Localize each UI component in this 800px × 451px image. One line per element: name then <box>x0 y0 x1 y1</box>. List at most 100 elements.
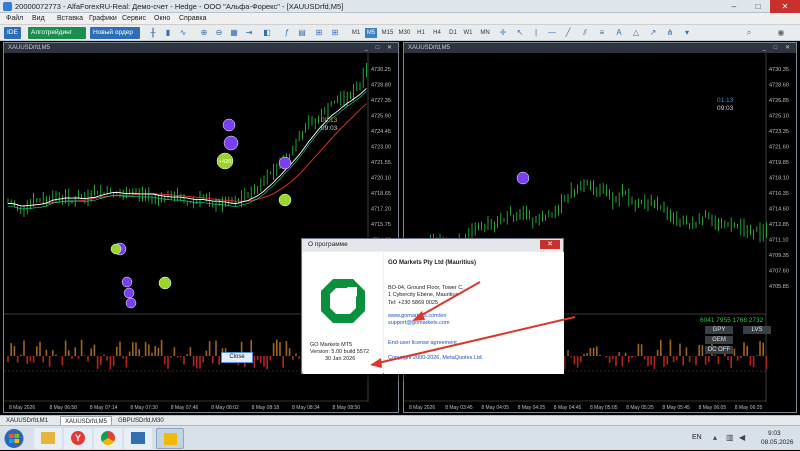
trade-bubble[interactable] <box>123 287 135 299</box>
tray-arrow-icon[interactable]: ▴ <box>713 433 717 442</box>
tf-h4[interactable]: H4 <box>431 28 443 38</box>
algo-trading-button[interactable]: Алготрейдинг <box>28 27 86 39</box>
trendline-icon[interactable]: ╱ <box>563 28 573 38</box>
objects-icon[interactable]: ⊞ <box>314 28 324 38</box>
zoom-out-icon[interactable]: ⊖ <box>214 28 224 38</box>
indicator-button-dc-off[interactable]: DC OFF <box>705 346 733 354</box>
tf-w1[interactable]: W1 <box>462 28 474 38</box>
tf-m15[interactable]: M15 <box>380 28 395 38</box>
taskbar-explorer[interactable] <box>34 428 62 449</box>
time-axis-label: 8 May 06:58 <box>49 405 77 411</box>
indicators-icon[interactable]: ƒ <box>282 28 292 38</box>
license-agreement-link[interactable]: End-user license agreement <box>388 340 457 346</box>
trade-bubble[interactable] <box>158 276 172 290</box>
search-icon[interactable]: ⌕ <box>744 28 754 38</box>
arrows-icon[interactable]: ↗ <box>648 28 658 38</box>
maximize-icon[interactable]: □ <box>746 0 770 13</box>
menu-file[interactable]: Файл <box>6 15 23 22</box>
clock-right: 09:03 <box>717 105 734 112</box>
taskbar-terminal-1[interactable] <box>124 428 152 449</box>
trade-bubble[interactable] <box>110 243 122 255</box>
chart-window-controls-right[interactable]: _ □ ✕ <box>763 43 793 53</box>
company-phone: Tel: +230 5869 0025 <box>388 300 439 306</box>
trade-bubble[interactable] <box>278 193 292 207</box>
taskbar-chrome[interactable] <box>94 428 122 449</box>
trade-bubble[interactable] <box>516 171 530 185</box>
text-icon[interactable]: A <box>614 28 624 38</box>
language-indicator[interactable]: EN <box>692 434 702 441</box>
tf-d1[interactable]: D1 <box>447 28 459 38</box>
zoom-in-icon[interactable]: ⊕ <box>199 28 209 38</box>
templates-icon[interactable]: ▤ <box>297 28 307 38</box>
product-date: 30 Jan 2026 <box>325 356 356 362</box>
candles-icon[interactable]: ▮ <box>163 28 173 38</box>
trade-bubble[interactable] <box>222 118 236 132</box>
pitchfork-icon[interactable]: ⋔ <box>665 28 675 38</box>
shapes-icon[interactable]: △ <box>631 28 641 38</box>
menu-window[interactable]: Окно <box>154 15 170 22</box>
taskbar-yandex[interactable]: Y <box>64 428 92 449</box>
time-axis-label: 8 May 08:50 <box>333 405 361 411</box>
close-window-icon[interactable]: ✕ <box>770 0 800 13</box>
indicator-value: 6041 7955 1768 2732 <box>700 317 764 324</box>
trade-bubble[interactable] <box>278 156 292 170</box>
trade-bubble[interactable]: +420 <box>216 152 234 170</box>
tf-h1[interactable]: H1 <box>415 28 427 38</box>
menu-help[interactable]: Справка <box>179 15 206 22</box>
tf-m5[interactable]: M5 <box>365 28 377 38</box>
network-icon[interactable]: ▥ <box>726 433 734 442</box>
price-axis-label: 4730.25 <box>371 67 391 73</box>
channel-icon[interactable]: ⫽ <box>580 28 590 38</box>
grid-icon[interactable]: ▦ <box>229 28 239 38</box>
start-button[interactable] <box>2 428 30 449</box>
price-axis-label: 4725.10 <box>769 114 789 120</box>
time-axis-label: 8 May 08:18 <box>252 405 280 411</box>
tf-m30[interactable]: M30 <box>397 28 412 38</box>
minimize-icon[interactable]: – <box>722 0 746 13</box>
menu-insert[interactable]: Вставка <box>57 15 83 22</box>
autoscroll-icon[interactable]: ⇥ <box>244 28 254 38</box>
bar-chart-icon[interactable]: ╫ <box>148 28 158 38</box>
indicator-button-gem[interactable]: GEM <box>705 336 733 344</box>
menu-charts[interactable]: Графики <box>89 15 117 22</box>
time-axis-label: 8 May 05:25 <box>626 405 654 411</box>
trade-bubble[interactable] <box>223 135 239 151</box>
tf-m1[interactable]: M1 <box>350 28 362 38</box>
line-chart-icon[interactable]: ∿ <box>178 28 188 38</box>
chart-tabs-bar: XAUUSDrfd,M1 XAUUSDrfd,M5 GBPUSDrfd,M30 <box>0 415 800 426</box>
chart-shift-icon[interactable]: ◧ <box>262 28 272 38</box>
tf-mn[interactable]: MN <box>478 28 492 38</box>
price-axis-label: 4716.35 <box>769 191 789 197</box>
menu-bar: Файл Вид Вставка Графики Сервис Окно Спр… <box>0 13 800 25</box>
taskbar-terminal-2[interactable] <box>156 428 184 449</box>
account-icon[interactable]: ◉ <box>776 28 786 38</box>
ide-button[interactable]: IDE <box>4 27 21 39</box>
horizontal-line-icon[interactable]: — <box>547 28 557 38</box>
trade-bubble[interactable] <box>125 297 137 309</box>
terminal-icon <box>131 432 145 444</box>
periods-icon[interactable]: ⊞ <box>330 28 340 38</box>
chart-window-controls-left[interactable]: _ □ ✕ <box>365 43 395 53</box>
company-website-link[interactable]: www.gomarkets.com/en <box>388 313 446 319</box>
indicator-button-gpy[interactable]: GPY <box>705 326 733 334</box>
volume-icon[interactable]: ◀ <box>739 433 745 442</box>
price-axis-label: 4723.00 <box>371 145 391 151</box>
company-logo <box>321 279 365 323</box>
windows-start-icon <box>4 429 24 448</box>
fibo-icon[interactable]: ≡ <box>597 28 607 38</box>
vertical-line-icon[interactable]: | <box>531 28 541 38</box>
cursor-icon[interactable]: ↖ <box>515 28 525 38</box>
dialog-close-icon[interactable]: ✕ <box>540 240 560 249</box>
new-order-button[interactable]: Новый ордер <box>90 27 140 39</box>
menu-view[interactable]: Вид <box>32 15 45 22</box>
trade-bubble[interactable] <box>121 276 133 288</box>
menu-tools[interactable]: Сервис <box>122 15 146 22</box>
time-axis-label: 8 May 05:45 <box>662 405 690 411</box>
support-email-link[interactable]: support@gomarkets.com <box>388 320 450 326</box>
indicator-button-lvs[interactable]: LVS <box>743 326 771 334</box>
more-tools-icon[interactable]: ▾ <box>682 28 692 38</box>
dialog-close-button[interactable]: Close <box>221 352 253 363</box>
crosshair-icon[interactable]: ✛ <box>498 28 508 38</box>
about-dialog: О программе ✕ GO Markets MT5 Version: 5.… <box>301 238 564 374</box>
copyright-link[interactable]: Copyright 2000-2026, MetaQuotes Ltd. <box>388 355 483 361</box>
